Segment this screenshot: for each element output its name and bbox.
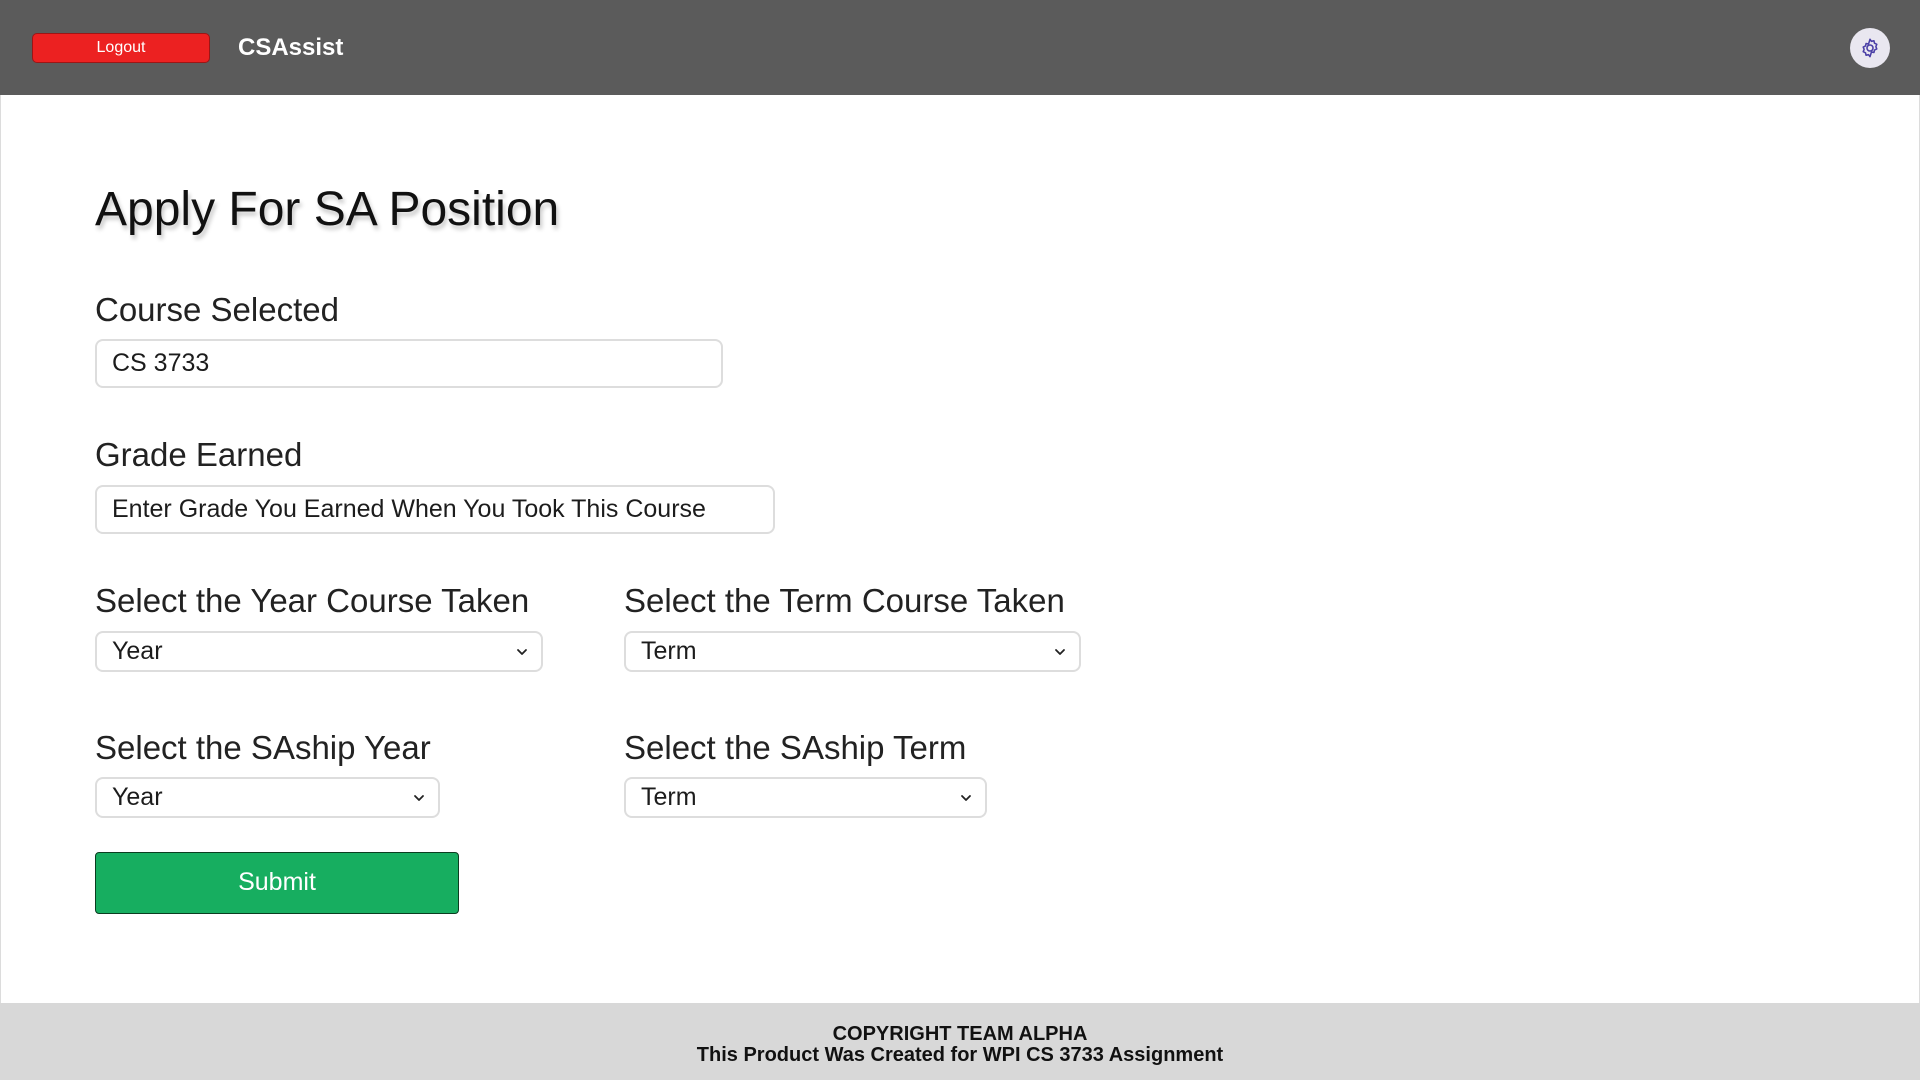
course-term-value: Term [641,637,697,665]
gear-icon [1862,38,1878,58]
course-term-label: Select the Term Course Taken [624,582,1065,619]
chevron-down-icon [414,795,424,801]
saship-year-select[interactable]: Year [95,777,440,818]
saship-year-value: Year [112,783,163,811]
logout-button[interactable]: Logout [32,33,210,63]
saship-term-label: Select the SAship Term [624,729,967,766]
settings-button[interactable] [1850,28,1890,68]
page-title: Apply For SA Position [95,183,560,236]
course-year-select[interactable]: Year [95,631,543,672]
top-bar: Logout CSAssist [0,0,1920,95]
saship-year-label: Select the SAship Year [95,729,431,766]
course-selected-label: Course Selected [95,291,339,328]
grade-earned-field[interactable] [95,485,775,534]
submit-button[interactable]: Submit [95,852,459,914]
footer: COPYRIGHT TEAM ALPHA This Product Was Cr… [0,1003,1920,1080]
app-root: Logout CSAssist Apply For SA Position Co… [0,0,1920,1080]
assignment-note: This Product Was Created for WPI CS 3733… [696,1044,1224,1066]
chevron-down-icon [1055,649,1065,655]
saship-term-select[interactable]: Term [624,777,987,818]
chevron-down-icon [961,795,971,801]
chevron-down-icon [517,649,527,655]
copyright-text: COPYRIGHT TEAM ALPHA [832,1023,1088,1045]
course-year-value: Year [112,637,163,665]
course-selected-field[interactable] [95,339,723,388]
course-year-label: Select the Year Course Taken [95,582,530,619]
course-term-select[interactable]: Term [624,631,1081,672]
grade-earned-label: Grade Earned [95,436,303,473]
saship-term-value: Term [641,783,697,811]
brand-title: CSAssist [238,34,344,61]
application-form: Apply For SA Position Course Selected Gr… [0,95,1920,1003]
